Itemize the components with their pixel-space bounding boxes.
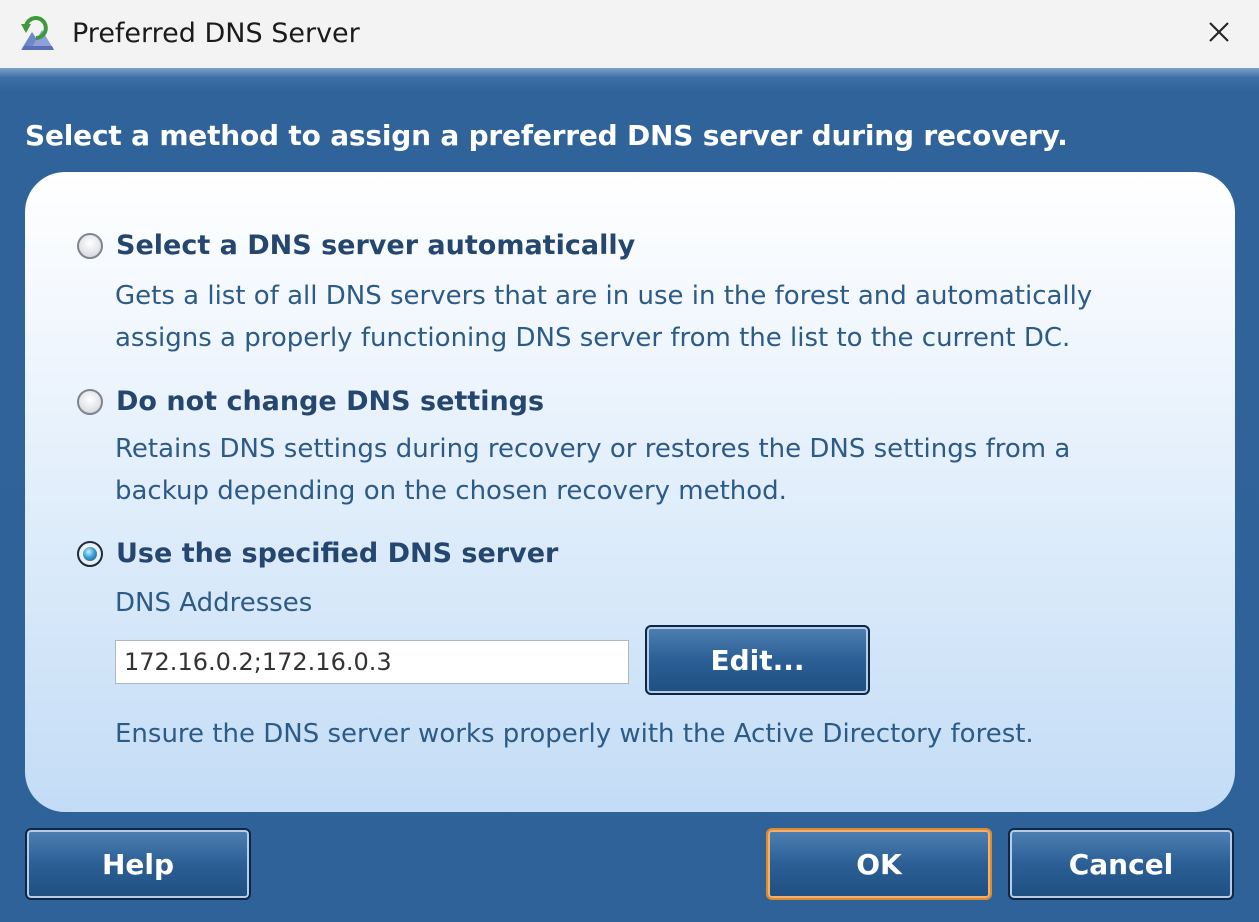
close-icon: [1208, 21, 1230, 47]
option-description: backup depending on the chosen recovery …: [115, 476, 787, 506]
radio-no-change[interactable]: [77, 388, 103, 415]
option-label: Select a DNS server automatically: [116, 230, 636, 261]
help-button[interactable]: Help: [25, 828, 251, 900]
radio-auto-dns[interactable]: [77, 232, 103, 259]
option-label: Do not change DNS settings: [116, 386, 545, 417]
ok-button[interactable]: OK: [766, 828, 992, 900]
cancel-button[interactable]: Cancel: [1008, 828, 1234, 900]
title-bar: Preferred DNS Server: [0, 0, 1259, 68]
dns-addresses-input[interactable]: [115, 640, 629, 684]
instruction-text: Select a method to assign a preferred DN…: [25, 119, 1068, 152]
option-label: Use the specified DNS server: [116, 538, 559, 569]
options-panel: Select a DNS server automatically Gets a…: [25, 172, 1235, 812]
close-button[interactable]: [1179, 0, 1259, 68]
option-specified-dns[interactable]: Use the specified DNS server: [77, 538, 558, 569]
dns-dialog: Preferred DNS Server Select a method to …: [0, 0, 1259, 922]
option-description: Retains DNS settings during recovery or …: [115, 434, 1071, 464]
edit-button[interactable]: Edit...: [645, 625, 870, 695]
dialog-body: Select a method to assign a preferred DN…: [0, 68, 1259, 922]
radio-specified-dns[interactable]: [77, 540, 103, 567]
dns-note: Ensure the DNS server works properly wit…: [115, 719, 1034, 749]
option-auto-dns[interactable]: Select a DNS server automatically: [77, 230, 635, 261]
recovery-app-icon: [18, 16, 56, 52]
option-no-change[interactable]: Do not change DNS settings: [77, 386, 544, 417]
option-description: Gets a list of all DNS servers that are …: [115, 281, 1093, 311]
window-title: Preferred DNS Server: [72, 18, 360, 49]
option-description: assigns a properly functioning DNS serve…: [115, 323, 1071, 353]
dns-addresses-label: DNS Addresses: [115, 588, 313, 618]
